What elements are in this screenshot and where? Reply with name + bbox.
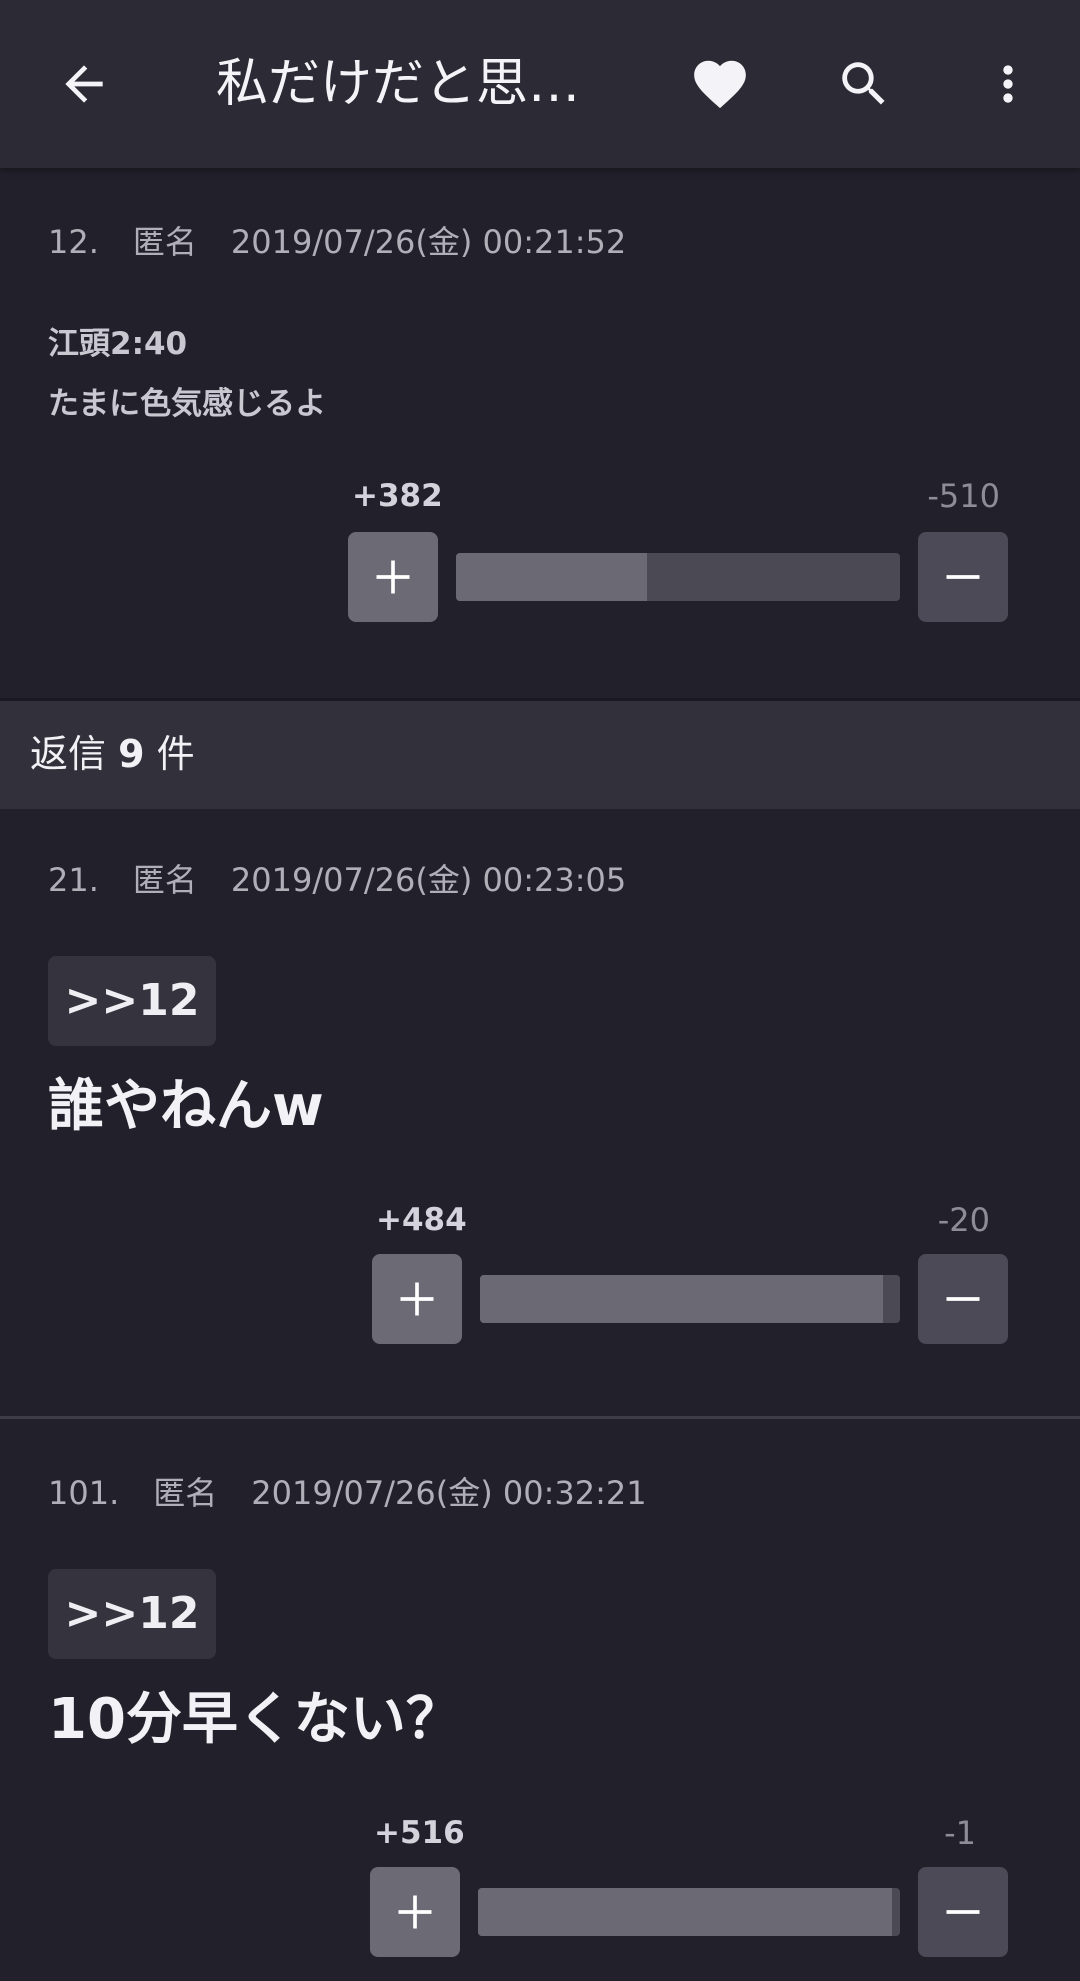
minus-vote-button[interactable]	[918, 532, 1008, 622]
vote-ratio-bar	[456, 553, 900, 601]
comment-number: 12.	[48, 223, 99, 261]
plus-vote-button[interactable]	[372, 1254, 462, 1344]
favorite-button[interactable]	[680, 44, 760, 124]
comment-body: 誰やねんw	[48, 1074, 324, 1139]
vote-ratio-bar	[478, 1888, 900, 1936]
reply-prefix: 返信	[30, 732, 107, 776]
comment-line: 江頭2:40	[48, 326, 188, 362]
vote-ratio-fill	[478, 1888, 892, 1936]
minus-icon	[946, 1297, 980, 1301]
minus-icon	[946, 1910, 980, 1914]
comment-body: 江頭2:40 たまに色気感じるよ	[48, 314, 326, 434]
anchor-link[interactable]: >>12	[48, 956, 216, 1046]
comment-datetime: 2019/07/26(金) 00:23:05	[230, 861, 627, 899]
reply-count-label: 返信 9 件	[30, 729, 195, 779]
comment-meta: 12. 匿名 2019/07/26(金) 00:21:52	[48, 222, 626, 262]
vote-ratio-fill	[456, 553, 647, 601]
page-title: 私だけだと思…	[216, 54, 581, 114]
minus-vote-button[interactable]	[918, 1867, 1008, 1957]
comment-author: 匿名	[153, 1474, 218, 1512]
comment-meta: 101. 匿名 2019/07/26(金) 00:32:21	[48, 1473, 647, 1513]
back-button[interactable]	[44, 44, 124, 124]
plus-count: +484	[376, 1202, 467, 1238]
plus-vote-button[interactable]	[348, 532, 438, 622]
plus-count: +382	[352, 478, 443, 514]
comment-datetime: 2019/07/26(金) 00:32:21	[251, 1474, 647, 1512]
arrow-left-icon	[65, 65, 103, 103]
comment-body: 10分早くない？	[48, 1687, 462, 1752]
plus-count: +516	[374, 1815, 465, 1851]
reply-count: 9	[118, 732, 145, 776]
comment-author: 匿名	[132, 223, 197, 261]
minus-vote-button[interactable]	[918, 1254, 1008, 1344]
reply-suffix: 件	[156, 732, 195, 776]
plus-vote-button[interactable]	[370, 1867, 460, 1957]
search-icon	[842, 62, 885, 105]
comment-12: 12. 匿名 2019/07/26(金) 00:21:52 江頭2:40 たまに色気…	[0, 168, 1080, 698]
comment-meta: 21. 匿名 2019/07/26(金) 00:23:05	[48, 860, 626, 900]
plus-icon	[400, 1282, 434, 1316]
more-vert-icon	[1003, 65, 1013, 103]
minus-count: -1	[944, 1814, 976, 1852]
more-options-button[interactable]	[968, 44, 1048, 124]
comment-21: 21. 匿名 2019/07/26(金) 00:23:05 >>12 誰やねんw +…	[0, 806, 1080, 1417]
vote-ratio-bar	[480, 1275, 900, 1323]
minus-count: -20	[937, 1201, 990, 1239]
heart-icon	[694, 60, 746, 109]
minus-count: -510	[927, 477, 1000, 515]
plus-icon	[376, 560, 410, 594]
search-button[interactable]	[824, 44, 904, 124]
minus-icon	[946, 575, 980, 579]
comment-number: 21.	[48, 861, 99, 899]
comment-101: 101. 匿名 2019/07/26(金) 00:32:21 >>12 10分早くな…	[0, 1419, 1080, 1981]
anchor-link[interactable]: >>12	[48, 1569, 216, 1659]
plus-icon	[398, 1895, 432, 1929]
vote-ratio-fill	[480, 1275, 884, 1323]
comment-datetime: 2019/07/26(金) 00:21:52	[230, 223, 627, 261]
comment-author: 匿名	[132, 861, 197, 899]
reply-count-header: 返信 9 件	[0, 698, 1080, 809]
comment-line: たまに色気感じるよ	[48, 386, 327, 422]
comment-number: 101.	[48, 1474, 120, 1512]
app-bar: 私だけだと思…	[0, 0, 1080, 168]
